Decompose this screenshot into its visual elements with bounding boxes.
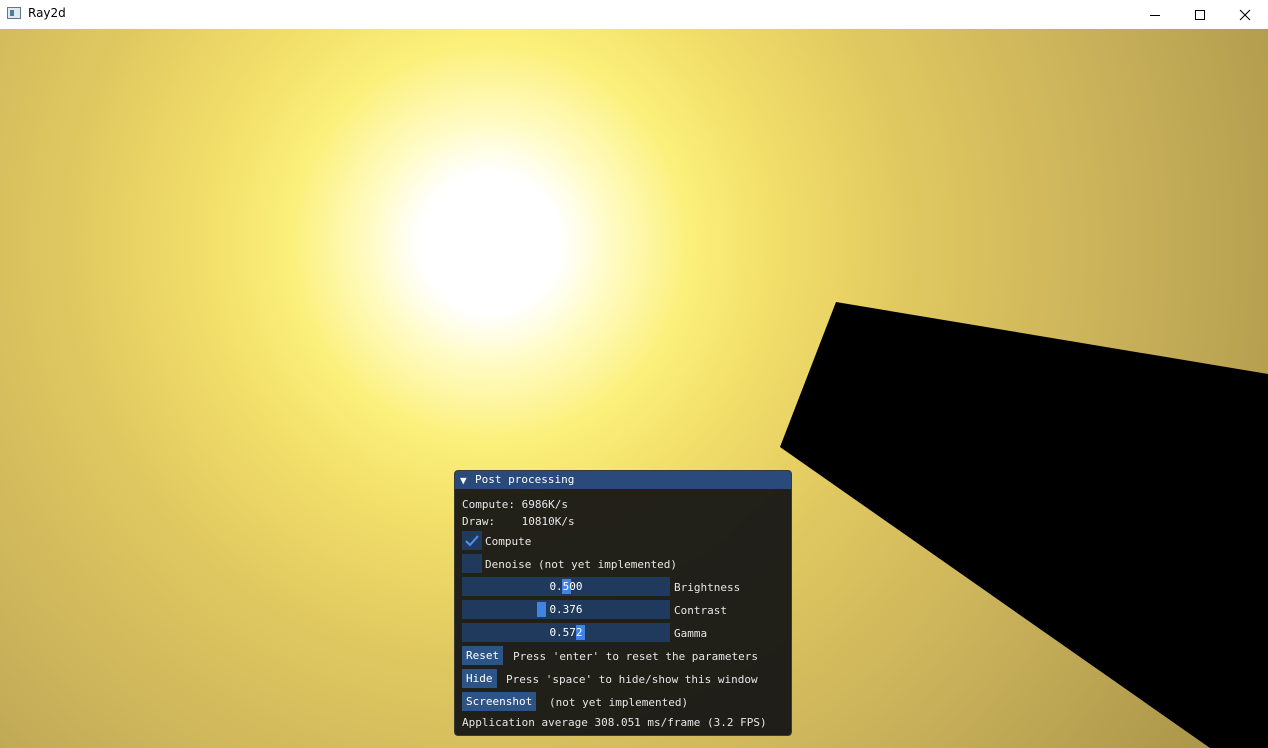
fps-text: Application average 308.051 ms/frame (3.… (462, 716, 767, 729)
reset-description: Press 'enter' to reset the parameters (513, 650, 759, 663)
panel-title: Post processing (475, 473, 575, 486)
draw-stat: Draw: 10810K/s (462, 515, 575, 528)
collapse-arrow-icon[interactable]: ▼ (460, 474, 467, 487)
maximize-button[interactable] (1177, 0, 1223, 29)
brightness-value: 0.500 (549, 580, 583, 593)
minimize-icon (1150, 14, 1160, 16)
screenshot-button[interactable]: Screenshot (462, 692, 537, 711)
hide-button[interactable]: Hide (462, 669, 497, 688)
reset-button[interactable]: Reset (462, 646, 504, 665)
hide-description: Press 'space' to hide/show this window (506, 673, 758, 686)
brightness-label: Brightness (674, 581, 741, 594)
checkmark-icon (465, 534, 479, 546)
contrast-slider[interactable]: 0.376 (462, 600, 670, 619)
gamma-value: 0.572 (549, 626, 583, 639)
app-icon (7, 7, 21, 19)
window-title: Ray2d (28, 6, 66, 20)
denoise-checkbox-label: Denoise (not yet implemented) (485, 558, 678, 571)
gamma-slider[interactable]: 0.572 (462, 623, 670, 642)
contrast-value: 0.376 (549, 603, 583, 616)
contrast-label: Contrast (674, 604, 727, 617)
screenshot-description: (not yet implemented) (549, 696, 689, 709)
compute-checkbox-label: Compute (485, 535, 532, 548)
brightness-slider[interactable]: 0.500 (462, 577, 670, 596)
compute-stat: Compute: 6986K/s (462, 498, 568, 511)
compute-checkbox[interactable] (462, 531, 482, 550)
close-icon (1239, 9, 1251, 20)
minimize-button[interactable] (1132, 0, 1178, 29)
close-button[interactable] (1222, 0, 1268, 29)
panel-header[interactable]: ▼ Post processing (455, 471, 791, 489)
post-processing-panel[interactable]: ▼ Post processing Compute: 6986K/s Draw:… (454, 470, 792, 736)
gamma-label: Gamma (674, 627, 708, 640)
title-bar: Ray2d (0, 0, 1268, 29)
denoise-checkbox[interactable] (462, 554, 482, 573)
maximize-icon (1195, 9, 1205, 20)
